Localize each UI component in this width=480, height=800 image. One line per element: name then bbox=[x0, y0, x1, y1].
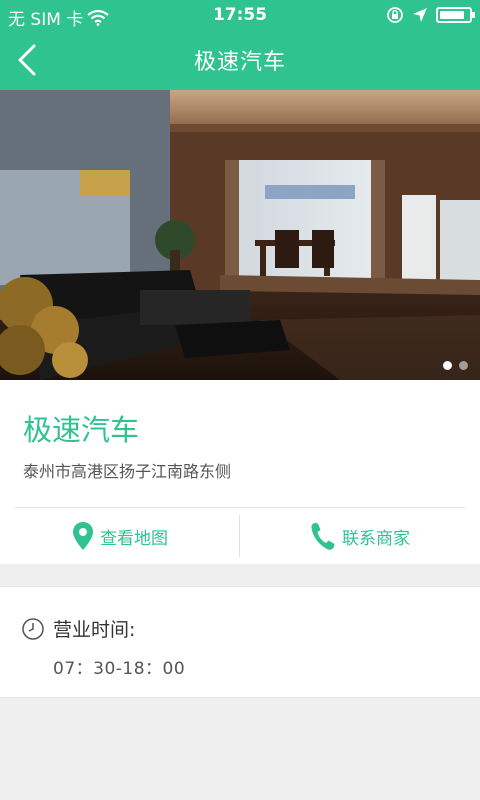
view-map-label: 查看地图 bbox=[100, 528, 168, 549]
top-bar: 无 SIM 卡 17:55 极速汽车 bbox=[0, 0, 480, 90]
battery-icon bbox=[436, 7, 475, 23]
shop-address: 泰州市高港区扬子江南路东侧 bbox=[23, 462, 232, 481]
location-arrow-icon bbox=[413, 8, 427, 22]
contact-merchant-label: 联系商家 bbox=[342, 528, 410, 549]
carousel-dots bbox=[443, 361, 468, 370]
status-bar: 无 SIM 卡 17:55 bbox=[0, 0, 480, 30]
battery-level bbox=[440, 11, 464, 19]
hours-heading: 营业时间: bbox=[21, 615, 135, 642]
business-hours-card: 营业时间: 07：30-18：00 bbox=[0, 586, 480, 698]
nav-bar: 极速汽车 bbox=[0, 30, 480, 90]
back-button[interactable] bbox=[10, 38, 50, 82]
shop-info-card: 极速汽车 泰州市高港区扬子江南路东侧 查看地图 联系商家 bbox=[0, 380, 480, 564]
clock-icon bbox=[22, 617, 44, 640]
page-title: 极速汽车 bbox=[193, 50, 286, 75]
rotation-lock-icon bbox=[387, 7, 403, 23]
carousel-dot[interactable] bbox=[459, 361, 468, 370]
contact-merchant-button[interactable]: 联系商家 bbox=[240, 508, 480, 564]
shop-photo-carousel[interactable] bbox=[0, 90, 480, 380]
shop-name: 极速汽车 bbox=[23, 413, 140, 447]
showroom-photo bbox=[0, 90, 480, 380]
location-pin-icon bbox=[73, 522, 93, 550]
carousel-dot[interactable] bbox=[443, 361, 452, 370]
hours-value: 07：30-18：00 bbox=[53, 659, 186, 679]
hours-title: 营业时间: bbox=[53, 619, 136, 641]
chevron-left-icon bbox=[18, 44, 36, 76]
phone-icon bbox=[311, 523, 335, 550]
view-map-button[interactable]: 查看地图 bbox=[0, 508, 240, 564]
